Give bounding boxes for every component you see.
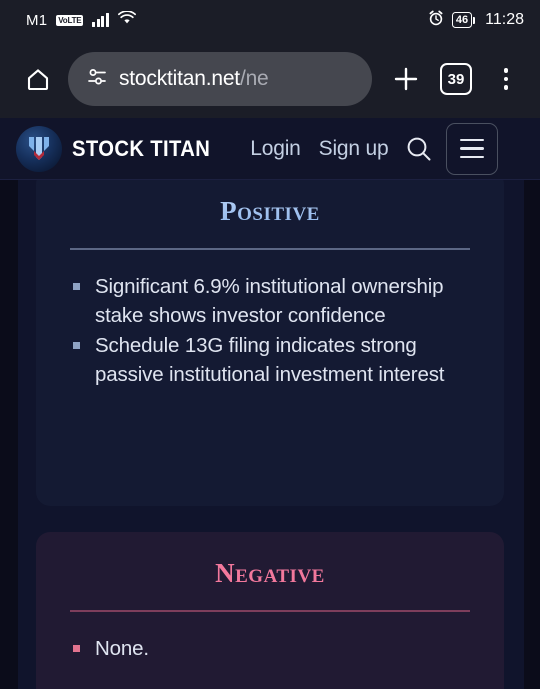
alarm-clock-icon	[428, 10, 444, 31]
status-bar-right: 46 11:28	[428, 10, 524, 31]
clock-label: 11:28	[485, 11, 524, 28]
status-bar-left: M1 VoLTE	[26, 9, 136, 30]
url-domain: stocktitan.net	[119, 67, 240, 90]
hamburger-icon[interactable]	[446, 122, 499, 175]
more-options-icon[interactable]	[486, 59, 526, 99]
search-icon[interactable]	[402, 132, 436, 166]
new-tab-button[interactable]	[386, 59, 426, 99]
positive-bullet-list: Significant 6.9% institutional ownership…	[70, 272, 470, 389]
list-item: None.	[70, 634, 470, 663]
tab-count-badge: 39	[440, 63, 472, 95]
header-nav: Login Sign up	[250, 137, 388, 161]
positive-card-title: Positive	[70, 180, 470, 227]
positive-card-divider	[70, 248, 470, 250]
page-body: Positive Significant 6.9% institutional …	[0, 180, 540, 689]
sentiment-card-positive: Positive Significant 6.9% institutional …	[36, 180, 504, 506]
content-column: Positive Significant 6.9% institutional …	[18, 180, 524, 689]
carrier-label: M1	[26, 11, 48, 29]
tab-switcher-button[interactable]: 39	[436, 59, 476, 99]
site-header: STOCK TITAN Login Sign up	[0, 118, 540, 180]
negative-card-divider	[70, 610, 470, 612]
brand-name[interactable]: STOCK TITAN	[72, 136, 210, 162]
url-text[interactable]: stocktitan.net/ne	[119, 67, 269, 91]
status-bar: M1 VoLTE 46 11:28	[0, 0, 540, 40]
negative-bullet-list: None.	[70, 634, 470, 663]
list-item: Significant 6.9% institutional ownership…	[70, 272, 470, 330]
site-settings-icon[interactable]	[86, 67, 108, 92]
negative-card-title: Negative	[215, 558, 325, 588]
battery-icon: 46	[451, 12, 476, 28]
stock-titan-logo-icon[interactable]	[16, 125, 62, 172]
wifi-icon	[117, 9, 136, 30]
url-bar[interactable]: stocktitan.net/ne	[68, 52, 372, 106]
sentiment-card-negative: Negative None.	[36, 532, 504, 689]
three-dots	[503, 68, 509, 90]
volte-badge: VoLTE	[56, 14, 84, 26]
signal-bars-icon	[92, 13, 109, 27]
url-path: /ne	[239, 67, 269, 90]
browser-toolbar: stocktitan.net/ne 39	[0, 40, 540, 118]
signup-link[interactable]: Sign up	[319, 137, 389, 161]
login-link[interactable]: Login	[250, 137, 301, 161]
home-icon[interactable]	[18, 59, 58, 99]
list-item: Schedule 13G filing indicates strong pas…	[70, 331, 470, 389]
